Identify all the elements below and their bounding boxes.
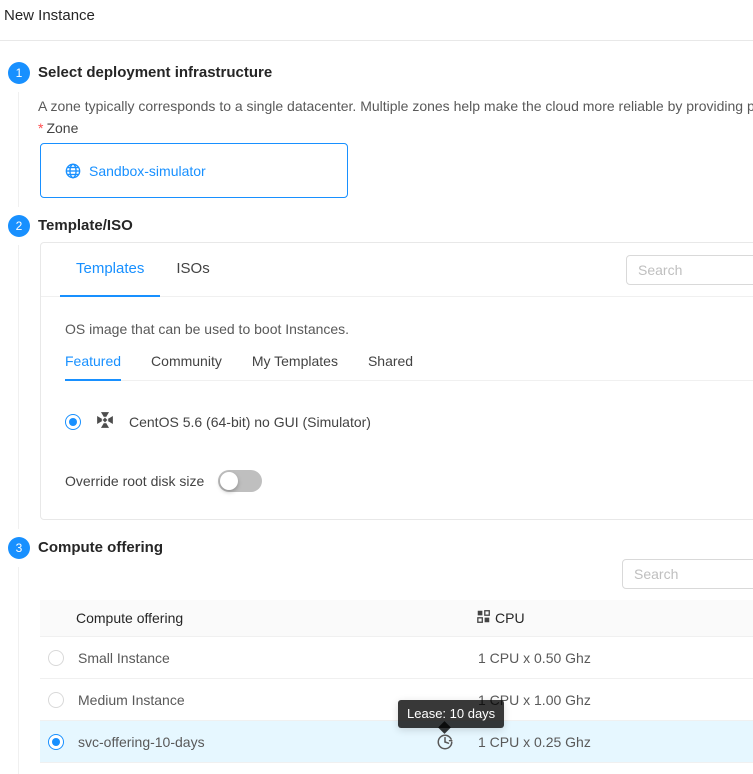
- header-divider: [0, 40, 753, 41]
- template-filter-tabs: Featured Community My Templates Shared: [65, 353, 753, 381]
- subtab-my-templates[interactable]: My Templates: [252, 353, 338, 380]
- table-header-row: Compute offering CPU: [40, 600, 753, 637]
- template-option-label: CentOS 5.6 (64-bit) no GUI (Simulator): [129, 414, 371, 430]
- step-connector: [18, 567, 19, 774]
- step-connector: [18, 245, 19, 529]
- offering-radio-medium[interactable]: [48, 692, 64, 708]
- subtab-community[interactable]: Community: [151, 353, 222, 380]
- offering-radio-small[interactable]: [48, 650, 64, 666]
- step-2-title: Template/ISO: [38, 217, 133, 234]
- override-root-disk-row: Override root disk size: [65, 470, 753, 492]
- step-1-badge: 1: [8, 62, 30, 84]
- grid-icon: [477, 600, 490, 637]
- compute-offering-table: Compute offering CPU Small Instance 1 CP…: [40, 600, 753, 763]
- tab-templates[interactable]: Templates: [60, 243, 160, 296]
- page-title: New Instance: [4, 7, 95, 24]
- subtab-shared[interactable]: Shared: [368, 353, 413, 380]
- globe-icon: [65, 163, 81, 179]
- table-row[interactable]: Medium Instance 1 CPU x 1.00 Ghz: [40, 679, 753, 721]
- offering-cpu: 1 CPU x 0.50 Ghz: [478, 637, 591, 679]
- tab-isos[interactable]: ISOs: [160, 243, 225, 296]
- template-option-row[interactable]: CentOS 5.6 (64-bit) no GUI (Simulator): [65, 409, 753, 434]
- template-search-input[interactable]: [626, 255, 753, 285]
- template-radio[interactable]: [65, 414, 81, 430]
- zone-field-label: *Zone: [38, 120, 78, 136]
- table-row[interactable]: Small Instance 1 CPU x 0.50 Ghz: [40, 637, 753, 679]
- step-3-title: Compute offering: [38, 539, 163, 556]
- step-3-badge: 3: [8, 537, 30, 559]
- offering-search-input[interactable]: [622, 559, 753, 589]
- offering-name: svc-offering-10-days: [78, 721, 205, 763]
- centos-logo-icon: [94, 409, 116, 434]
- column-header-cpu: CPU: [477, 600, 525, 637]
- offering-name: Small Instance: [78, 637, 170, 679]
- lease-tooltip: Lease: 10 days: [398, 700, 504, 728]
- zone-description: A zone typically corresponds to a single…: [38, 98, 753, 114]
- step-connector: [18, 92, 19, 207]
- template-tabbar: Templates ISOs: [41, 243, 753, 297]
- subtab-featured[interactable]: Featured: [65, 353, 121, 380]
- offering-radio-svc[interactable]: [48, 734, 64, 750]
- selected-zone-label: Sandbox-simulator: [89, 163, 206, 179]
- override-root-disk-toggle[interactable]: [218, 470, 262, 492]
- required-mark: *: [38, 120, 43, 136]
- template-note: OS image that can be used to boot Instan…: [65, 321, 753, 337]
- zone-select-card[interactable]: Sandbox-simulator: [40, 143, 348, 198]
- new-instance-wizard: New Instance 1 Select deployment infrast…: [0, 0, 753, 774]
- template-iso-card: Templates ISOs OS image that can be used…: [40, 242, 753, 520]
- offering-name: Medium Instance: [78, 679, 185, 721]
- column-header-offering: Compute offering: [76, 600, 183, 637]
- clock-icon[interactable]: [436, 733, 454, 754]
- step-2-badge: 2: [8, 215, 30, 237]
- step-1-title: Select deployment infrastructure: [38, 64, 272, 81]
- table-row-selected[interactable]: svc-offering-10-days 1 CPU x 0.25 Ghz: [40, 721, 753, 763]
- override-toggle-label: Override root disk size: [65, 473, 204, 489]
